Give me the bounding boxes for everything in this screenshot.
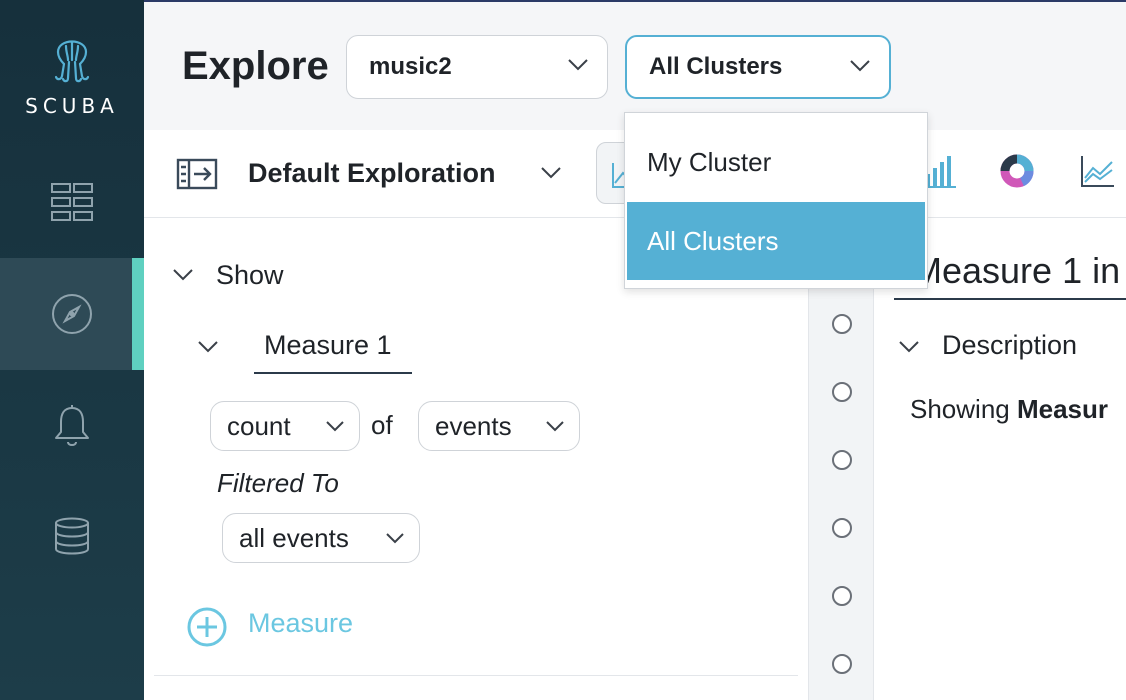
- showing-text: Showing Measur: [910, 394, 1108, 425]
- result-title-underline: [894, 298, 1126, 300]
- cluster-select[interactable]: All Clusters: [625, 35, 891, 99]
- result-panel: Measure 1 in m Description Showing Measu…: [874, 218, 1126, 700]
- octopus-logo-icon: [54, 40, 90, 83]
- description-label: Description: [942, 330, 1078, 360]
- chevron-down-icon[interactable]: [898, 340, 920, 354]
- grid-icon: [51, 183, 93, 221]
- plus-circle-icon: [187, 607, 227, 647]
- filtered-to-label: Filtered To: [217, 468, 339, 498]
- aggregation-value: count: [227, 411, 291, 441]
- panel-divider: [154, 675, 798, 676]
- database-icon: [55, 517, 89, 555]
- page-title: Explore: [182, 44, 329, 88]
- step-strip: [808, 218, 874, 700]
- sidebar-item-explore[interactable]: [0, 258, 144, 370]
- result-title[interactable]: Measure 1 in m: [912, 250, 1126, 292]
- showing-measure: Measur: [1016, 394, 1109, 424]
- chevron-down-icon: [568, 59, 588, 71]
- object-select[interactable]: events: [418, 401, 580, 451]
- sidebar-item-boards[interactable]: [0, 146, 144, 258]
- exploration-name[interactable]: Default Exploration: [248, 158, 496, 189]
- chevron-down-icon: [850, 60, 870, 72]
- filter-select[interactable]: all events: [222, 513, 420, 563]
- filter-value: all events: [239, 523, 349, 553]
- of-label: of: [371, 410, 393, 440]
- chevron-down-icon: [546, 421, 564, 432]
- bar-chart-icon[interactable]: [924, 154, 956, 188]
- collapse-panel-icon[interactable]: [176, 158, 218, 190]
- sidebar-item-data[interactable]: [0, 480, 144, 592]
- chevron-down-icon[interactable]: [540, 166, 562, 180]
- chevron-down-icon[interactable]: [197, 340, 219, 354]
- scuba-logo[interactable]: SCUBA: [0, 0, 144, 130]
- sidebar-item-alerts[interactable]: [0, 370, 144, 482]
- object-value: events: [435, 411, 512, 441]
- show-panel: Show Measure 1 count of events Filtered …: [144, 218, 808, 700]
- chevron-down-icon: [326, 421, 344, 432]
- page-header: Explore music2 All Clusters: [144, 0, 1126, 130]
- show-section-title: Show: [216, 260, 284, 290]
- dataset-select-value: music2: [369, 53, 452, 80]
- logo-text: SCUBA: [25, 94, 119, 118]
- step-dot[interactable]: [832, 654, 852, 674]
- compass-icon: [52, 294, 92, 334]
- step-dot[interactable]: [832, 450, 852, 470]
- step-dot[interactable]: [832, 518, 852, 538]
- multi-line-chart-icon[interactable]: [1080, 154, 1114, 188]
- bell-icon: [55, 405, 89, 446]
- cluster-option-all-clusters[interactable]: All Clusters: [627, 202, 925, 280]
- chevron-down-icon[interactable]: [172, 268, 194, 282]
- chevron-down-icon: [386, 533, 404, 544]
- sidebar: SCUBA: [0, 0, 144, 700]
- measure-name-input[interactable]: Measure 1: [254, 330, 412, 374]
- step-dot[interactable]: [832, 382, 852, 402]
- cluster-dropdown-menu: My Cluster All Clusters: [624, 112, 928, 289]
- cluster-option-my-cluster[interactable]: My Cluster: [627, 123, 925, 201]
- step-dot[interactable]: [832, 314, 852, 334]
- donut-chart-icon[interactable]: [1000, 154, 1034, 188]
- showing-prefix: Showing: [910, 394, 1010, 424]
- aggregation-select[interactable]: count: [210, 401, 360, 451]
- add-measure-label: Measure: [248, 608, 354, 638]
- dataset-select[interactable]: music2: [346, 35, 608, 99]
- cluster-select-value: All Clusters: [649, 53, 783, 80]
- step-dot[interactable]: [832, 586, 852, 606]
